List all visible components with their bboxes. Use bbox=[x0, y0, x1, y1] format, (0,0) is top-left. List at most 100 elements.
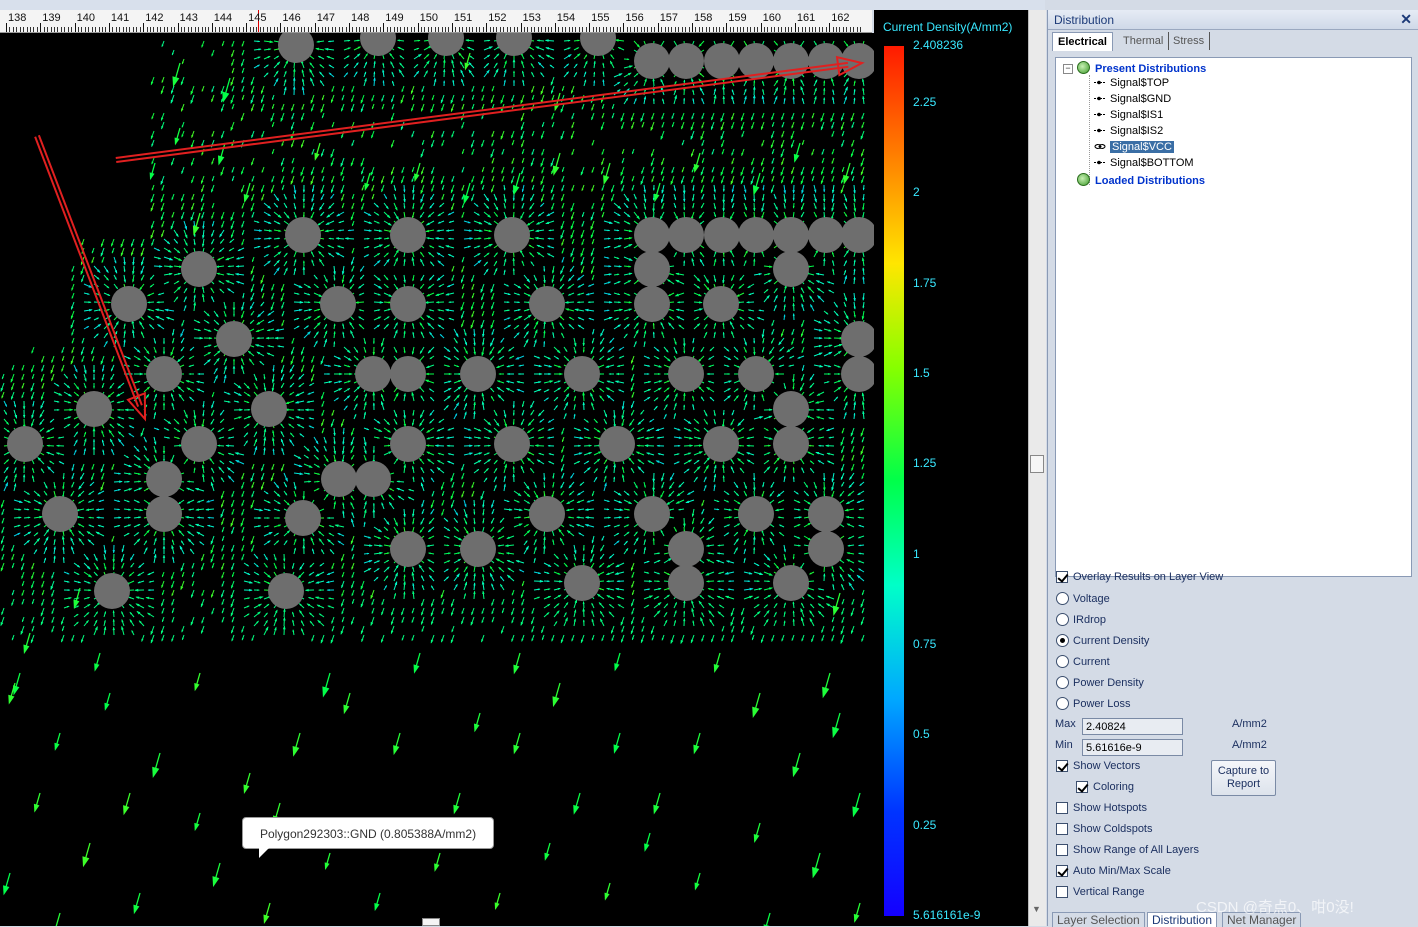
current-vector-head bbox=[147, 294, 150, 296]
current-vector-head bbox=[378, 316, 382, 319]
current-vector-head bbox=[829, 352, 833, 355]
current-vector-head bbox=[548, 357, 551, 359]
current-vector-head bbox=[831, 208, 834, 212]
current-vector-head bbox=[316, 41, 319, 43]
current-vector-head bbox=[251, 162, 253, 166]
current-vector-head bbox=[617, 221, 620, 223]
current-vector-head bbox=[508, 293, 511, 295]
current-vector-head bbox=[255, 378, 257, 381]
current-vector-head bbox=[732, 89, 734, 92]
current-vector-head bbox=[823, 189, 825, 192]
ruler-minor-tick bbox=[599, 27, 600, 32]
current-vector-head bbox=[504, 258, 506, 261]
current-vector-head bbox=[201, 180, 203, 184]
ruler-label: 162 bbox=[831, 12, 849, 24]
current-vector-head bbox=[491, 154, 494, 158]
current-vector-head bbox=[291, 126, 293, 130]
current-vector-head bbox=[361, 100, 364, 104]
current-vector-head bbox=[282, 170, 284, 173]
current-vector-head bbox=[23, 415, 25, 419]
current-vector-head bbox=[242, 233, 244, 236]
current-vector-head bbox=[682, 170, 684, 173]
current-vector-head bbox=[627, 222, 630, 224]
current-vector-head bbox=[535, 329, 538, 333]
current-vector-head bbox=[300, 301, 304, 304]
ruler-minor-tick bbox=[232, 27, 233, 32]
ruler-label: 139 bbox=[42, 12, 60, 24]
current-vector-head bbox=[827, 281, 830, 283]
current-vector-head bbox=[233, 358, 235, 361]
current-vector-head bbox=[441, 181, 443, 185]
current-vector-head bbox=[242, 71, 244, 74]
current-vector-head bbox=[641, 181, 644, 185]
current-vector-head bbox=[622, 152, 624, 155]
current-vector-head bbox=[181, 207, 183, 210]
current-vector-head bbox=[841, 127, 843, 131]
current-vector-head bbox=[1, 388, 4, 392]
ruler-minor-tick bbox=[442, 27, 443, 32]
current-vector-head bbox=[232, 179, 234, 182]
current-vector-head bbox=[531, 90, 533, 93]
ruler-minor-tick bbox=[839, 27, 840, 32]
ruler-minor-tick bbox=[613, 27, 614, 32]
current-vector-head bbox=[504, 79, 506, 82]
current-vector-head bbox=[711, 126, 713, 130]
ruler-major-tick bbox=[383, 23, 384, 32]
ruler-minor-tick bbox=[287, 27, 288, 32]
current-vector-head bbox=[594, 60, 596, 63]
current-vector-head bbox=[251, 108, 253, 112]
current-vector-head bbox=[328, 365, 331, 367]
current-vector-head bbox=[530, 405, 533, 409]
current-vector-head bbox=[184, 305, 186, 308]
ruler-minor-tick bbox=[466, 27, 467, 32]
current-vector-head bbox=[593, 80, 595, 83]
current-vector-head bbox=[252, 260, 254, 263]
current-vector-head bbox=[342, 323, 344, 326]
current-vector-head bbox=[592, 341, 594, 344]
current-vector-head bbox=[451, 207, 453, 211]
ruler-minor-tick bbox=[479, 27, 480, 32]
ruler-minor-tick bbox=[363, 27, 364, 32]
current-vector-head bbox=[635, 329, 638, 333]
current-vector-head bbox=[181, 216, 183, 220]
current-vector-head bbox=[102, 386, 104, 389]
layout-canvas[interactable]: Polygon292303::GND (0.805388A/mm2) bbox=[0, 33, 874, 926]
current-vector-head bbox=[341, 163, 344, 167]
ruler-minor-tick bbox=[219, 27, 220, 32]
ruler-minor-tick bbox=[23, 27, 24, 32]
current-vector-head bbox=[471, 325, 474, 329]
current-vector-head bbox=[311, 216, 313, 219]
current-vector-head bbox=[351, 269, 353, 272]
current-vector-head bbox=[546, 213, 550, 216]
ruler-minor-tick bbox=[102, 27, 103, 32]
current-vector-head bbox=[619, 237, 623, 239]
current-vector-head bbox=[250, 306, 253, 310]
current-vector-head bbox=[722, 85, 725, 89]
current-vector-head bbox=[802, 341, 804, 344]
current-vector-head bbox=[162, 80, 164, 83]
current-vector-head bbox=[727, 365, 730, 367]
ruler-label: 144 bbox=[214, 12, 232, 24]
current-vector-head bbox=[447, 285, 450, 287]
current-vector-head bbox=[58, 393, 62, 396]
current-vector-head bbox=[489, 351, 492, 355]
current-vector-head bbox=[82, 359, 84, 362]
current-vector-head bbox=[462, 206, 464, 209]
current-vector-head bbox=[842, 134, 844, 137]
ruler-minor-tick bbox=[308, 27, 309, 32]
current-vector-head bbox=[351, 261, 353, 265]
current-vector-head bbox=[602, 215, 604, 218]
current-vector-head bbox=[631, 118, 633, 122]
current-vector-head bbox=[68, 401, 71, 403]
current-vector-head bbox=[325, 279, 328, 283]
current-vector-head bbox=[652, 209, 655, 213]
current-vector-head bbox=[821, 181, 823, 185]
current-vector-head bbox=[584, 79, 586, 82]
ruler-minor-tick bbox=[730, 27, 731, 32]
current-vector-head bbox=[561, 235, 564, 239]
current-vector-head bbox=[442, 135, 444, 138]
current-vector-head bbox=[155, 393, 157, 396]
current-vector-head bbox=[411, 90, 413, 94]
ruler-minor-tick bbox=[483, 27, 484, 32]
current-vector-head bbox=[845, 86, 848, 90]
